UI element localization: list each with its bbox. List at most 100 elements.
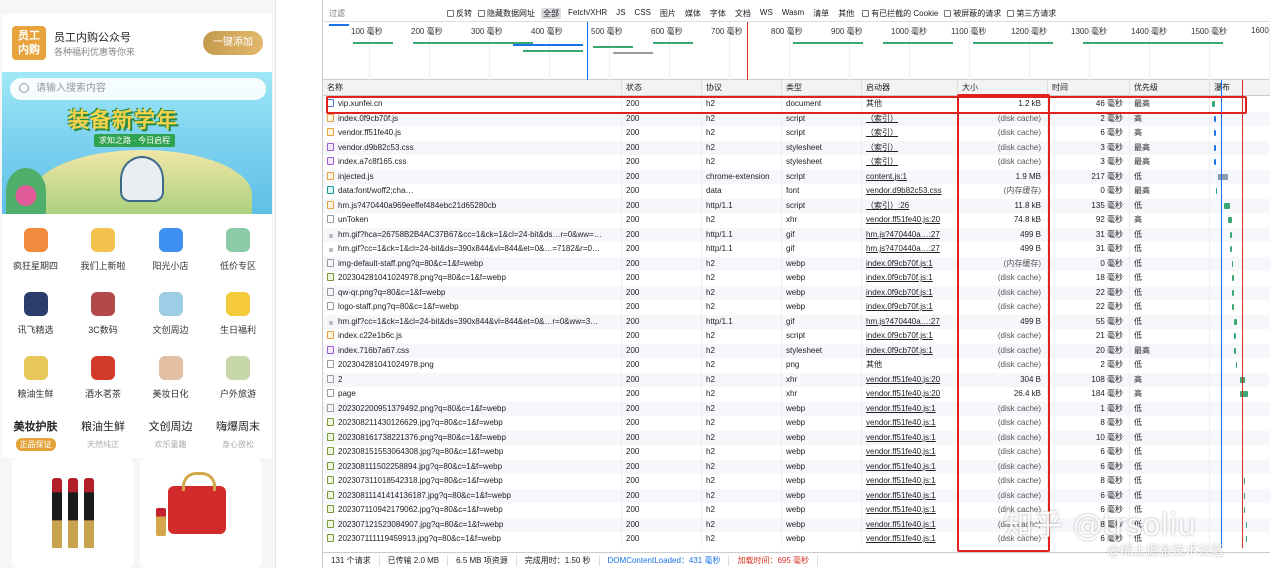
table-row[interactable]: 20230815155306430​8.jpg?q=80&c=1&f=webp 2… xyxy=(323,445,1270,460)
request-name-cell[interactable]: index.716b7a67.css xyxy=(323,344,621,359)
type-filter-button[interactable]: 全部 xyxy=(541,8,561,19)
product-card-lipstick[interactable] xyxy=(12,458,134,568)
initiator-cell[interactable]: index.0f9cb70f.js:1 xyxy=(861,256,957,271)
hide-data-urls-checkbox[interactable]: 隐藏数据网址 xyxy=(478,8,535,19)
request-name-cell[interactable]: 20230815155306430​8.jpg?q=80&c=1&f=webp xyxy=(323,445,621,460)
table-row[interactable]: 20230428104102497​8.png?q=80&c=1&f=webp 2… xyxy=(323,271,1270,286)
search-input[interactable]: 请输入搜索内容 xyxy=(10,78,266,100)
table-row[interactable]: 20230711094217906​2.jpg?q=80&c=1&f=webp 2… xyxy=(323,503,1270,518)
request-name-cell[interactable]: hm.gif?hca=26758B2B4AC37B67&cc=1&ck=1&cl… xyxy=(323,228,621,243)
request-name-cell[interactable]: vip.xunfei.cn xyxy=(323,97,621,112)
type-filter-button[interactable]: CSS xyxy=(632,8,652,19)
category-tab[interactable]: 美妆护肤 正品保证 xyxy=(2,410,69,452)
type-filter-button[interactable]: Wasm xyxy=(780,8,806,19)
table-row[interactable]: logo-staff.png?q=80&c=1&f=webp 200 h2 webp i… xyxy=(323,300,1270,315)
column-header[interactable]: 瀑布 xyxy=(1209,80,1270,96)
request-name-cell[interactable]: 20230428104102497​8.png xyxy=(323,358,621,373)
table-row[interactable]: 20230711111945991​3.jpg?q=80&c=1&f=webp 2… xyxy=(323,532,1270,547)
request-name-cell[interactable]: 2 xyxy=(323,373,621,388)
column-header[interactable]: 协议 xyxy=(701,80,781,96)
type-filter-button[interactable]: 文档 xyxy=(733,8,753,19)
request-name-cell[interactable]: qw-qr.png?q=80&c=1&f=webp xyxy=(323,286,621,301)
category-item[interactable]: 生日福利 xyxy=(205,278,272,340)
initiator-cell[interactable]: （索引） xyxy=(861,140,957,155)
initiator-cell[interactable]: vendor.ff51fe40.js:1 xyxy=(861,416,957,431)
category-item[interactable]: 阳光小店 xyxy=(137,214,204,276)
promo-banner[interactable]: 请输入搜索内容 装备新学年 求知之路 · 今日启程 xyxy=(2,72,272,214)
category-item[interactable]: 粮油生鲜 xyxy=(2,342,69,404)
type-filter-button[interactable]: 媒体 xyxy=(683,8,703,19)
table-row[interactable]: index.716b7a67.css 200 h2 stylesheet index.0… xyxy=(323,343,1270,359)
table-row[interactable]: 20230428104102497​8.png 200 h2 png 其他 (disk c… xyxy=(323,358,1270,373)
initiator-cell[interactable]: vendor.ff51fe40.js:1 xyxy=(861,503,957,518)
initiator-cell[interactable]: index.0f9cb70f.js:1 xyxy=(861,285,957,300)
table-row[interactable]: hm.gif?cc=1&ck=1&cl=24-bit&ds=390x844&vl… xyxy=(323,242,1270,257)
table-row[interactable]: 2 200 h2 xhr vendor.ff51fe40.js:20 304 B 108 毫… xyxy=(323,372,1270,388)
request-name-cell[interactable]: 20230428104102497​8.png?q=80&c=1&f=webp xyxy=(323,271,621,286)
type-filter-button[interactable]: 其他 xyxy=(836,8,856,19)
request-name-cell[interactable]: img-default-staff.png?q=80&c=1&f=webp xyxy=(323,257,621,272)
initiator-cell[interactable]: index.0f9cb70f.js:1 xyxy=(861,271,957,286)
third-party-checkbox[interactable]: 第三方请求 xyxy=(1007,8,1056,19)
request-name-cell[interactable]: hm.gif?cc=1&ck=1&cl=24-bit&ds=390x844&vl… xyxy=(323,315,621,330)
request-name-cell[interactable]: hm.js?470440a969eeffef484ebc21d65280cb xyxy=(323,199,621,214)
request-name-cell[interactable]: 20230811150225889​4.jpg?q=80&c=1&f=webp xyxy=(323,460,621,475)
request-name-cell[interactable]: 20230220095137949​2.png?q=80&c=1&f=webp xyxy=(323,402,621,417)
column-header[interactable]: 状态 xyxy=(621,80,701,96)
request-name-cell[interactable]: 20230711094217906​2.jpg?q=80&c=1&f=webp xyxy=(323,503,621,518)
request-name-cell[interactable]: vendor.ff51fe40.js xyxy=(323,126,621,141)
category-tab[interactable]: 文创周边 欢乐童趣 xyxy=(137,410,204,452)
category-item[interactable]: 疯狂星期四 xyxy=(2,214,69,276)
table-row[interactable]: vendor.ff51fe40.js 200 h2 script （索引） (disk c… xyxy=(323,126,1270,141)
table-row[interactable]: 20230811141414136​187.jpg?q=80&c=1&f=web… xyxy=(323,488,1270,503)
category-item[interactable]: 酒水茗茶 xyxy=(70,342,137,404)
initiator-cell[interactable]: vendor.d9b82c53.css xyxy=(861,184,957,199)
initiator-cell[interactable]: vendor.ff51fe40.js:1 xyxy=(861,517,957,532)
table-row[interactable]: index.c22e1b6c.js 200 h2 script index.0f9cb7… xyxy=(323,329,1270,344)
table-row[interactable]: hm.gif?cc=1&ck=1&cl=24-bit&ds=390x844&vl… xyxy=(323,314,1270,330)
column-header[interactable]: 类型 xyxy=(781,80,861,96)
category-item[interactable]: 文创周边 xyxy=(137,278,204,340)
table-row[interactable]: vendor.d9b82c53.css 200 h2 stylesheet （索引） (d… xyxy=(323,140,1270,156)
table-row[interactable]: index.0f9cb70f.js 200 h2 script （索引） (disk ca… xyxy=(323,111,1270,126)
request-name-cell[interactable]: 20230711111945991​3.jpg?q=80&c=1&f=webp xyxy=(323,532,621,547)
table-row[interactable]: page 200 h2 xhr vendor.ff51fe40.js:20 26.4 kB… xyxy=(323,387,1270,402)
initiator-cell[interactable]: vendor.ff51fe40.js:1 xyxy=(861,532,957,547)
column-header[interactable]: 优先级 xyxy=(1129,80,1209,96)
initiator-cell[interactable]: index.0f9cb70f.js:1 xyxy=(861,343,957,358)
request-name-cell[interactable]: hm.gif?cc=1&ck=1&cl=24-bit&ds=390x844&vl… xyxy=(323,242,621,257)
blocked-requests-checkbox[interactable]: 被屏蔽的请求 xyxy=(944,8,1001,19)
column-header[interactable]: 大小 xyxy=(957,80,1047,96)
request-name-cell[interactable]: unToken xyxy=(323,213,621,228)
type-filter-button[interactable]: Fetch/XHR xyxy=(566,8,609,19)
request-name-cell[interactable]: logo-staff.png?q=80&c=1&f=webp xyxy=(323,300,621,315)
column-header[interactable]: 启动器 xyxy=(861,80,957,96)
initiator-cell[interactable]: vendor.ff51fe40.js:1 xyxy=(861,401,957,416)
initiator-cell[interactable]: vendor.ff51fe40.js:1 xyxy=(861,474,957,489)
initiator-cell[interactable]: vendor.ff51fe40.js:20 xyxy=(861,372,957,387)
invert-checkbox[interactable]: 反转 xyxy=(447,8,472,19)
table-row[interactable]: 20230220095137949​2.png?q=80&c=1&f=webp 2… xyxy=(323,401,1270,417)
initiator-cell[interactable]: vendor.ff51fe40.js:1 xyxy=(861,488,957,503)
category-tab[interactable]: 嗨爆周末 身心放松 xyxy=(205,410,272,452)
initiator-cell[interactable]: hm.js?470440a…:27 xyxy=(861,227,957,242)
type-filter-button[interactable]: WS xyxy=(758,8,775,19)
timeline-overview[interactable]: 100 毫秒 200 毫秒 300 毫秒 400 毫秒 500 毫秒 600 毫秒 700 … xyxy=(323,22,1270,80)
table-row[interactable]: 20230811150225889​4.jpg?q=80&c=1&f=webp 2… xyxy=(323,459,1270,475)
type-filter-button[interactable]: JS xyxy=(614,8,627,19)
table-row[interactable]: 20230816173822137​6.png?q=80&c=1&f=webp 2… xyxy=(323,430,1270,445)
initiator-cell[interactable]: index.0f9cb70f.js:1 xyxy=(861,300,957,315)
initiator-cell[interactable]: content.js:1 xyxy=(861,169,957,184)
column-header[interactable]: 时间 xyxy=(1047,80,1129,96)
request-name-cell[interactable]: page xyxy=(323,387,621,402)
add-account-button[interactable]: 一键添加 xyxy=(203,31,263,55)
initiator-cell[interactable]: （索引） xyxy=(861,111,957,126)
table-row[interactable]: img-default-staff.png?q=80&c=1&f=webp 200… xyxy=(323,256,1270,272)
initiator-cell[interactable]: vendor.ff51fe40.js:20 xyxy=(861,387,957,402)
type-filter-button[interactable]: 清单 xyxy=(811,8,831,19)
table-row[interactable]: 20230821143012662​9.jpg?q=80&c=1&f=webp 2… xyxy=(323,416,1270,431)
table-row[interactable]: qw-qr.png?q=80&c=1&f=webp 200 h2 webp index.… xyxy=(323,285,1270,301)
filter-input[interactable]: 过滤 xyxy=(329,8,441,20)
table-row[interactable]: data:font/woff2;cha… 200 data font vendor.d9… xyxy=(323,184,1270,199)
request-name-cell[interactable]: vendor.d9b82c53.css xyxy=(323,141,621,156)
